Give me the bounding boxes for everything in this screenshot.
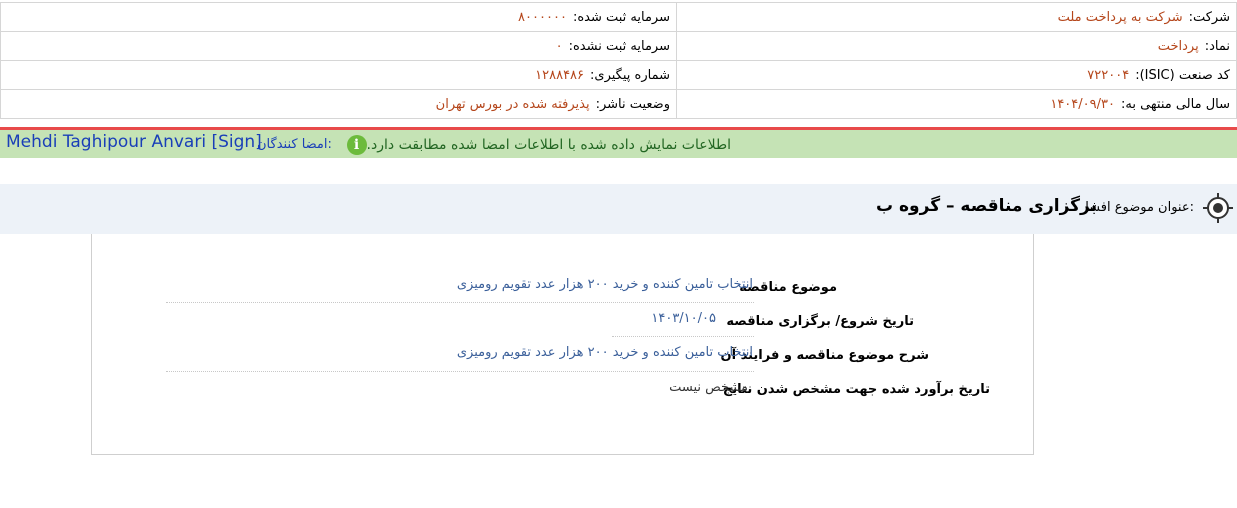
isic-label: کد صنعت (ISIC): — [1135, 67, 1230, 83]
detail-divider — [166, 302, 754, 303]
company-cell: شرکت: شرکت به پرداخت ملت — [676, 2, 1237, 32]
signers-label: امضا کنندگان: — [257, 137, 332, 152]
tracking-label: شماره پیگیری: — [590, 67, 670, 83]
tracking-cell: شماره پیگیری: ۱۲۸۸۴۸۶ — [0, 60, 677, 90]
detail-label: موضوع مناقصه — [739, 280, 837, 295]
company-label: شرکت: — [1188, 9, 1230, 25]
signer-link[interactable]: Mehdi Taghipour Anvari [Sign] — [6, 132, 262, 152]
isic-cell: کد صنعت (ISIC): ۷۲۲۰۰۴ — [676, 60, 1237, 90]
symbol-label: نماد: — [1204, 38, 1230, 54]
symbol-cell: نماد: پرداخت — [676, 31, 1237, 61]
registered-capital-cell: سرمایه ثبت شده: ۸۰۰۰۰۰۰ — [0, 2, 677, 32]
info-row: نماد: پرداخت سرمایه ثبت نشده: ۰ — [0, 31, 1237, 61]
fiscal-year-label: سال مالی منتهی به: — [1120, 96, 1230, 112]
publisher-status-label: وضعیت ناشر: — [595, 96, 670, 112]
detail-divider — [166, 371, 754, 372]
detail-divider — [612, 336, 754, 337]
unregistered-capital-cell: سرمایه ثبت نشده: ۰ — [0, 31, 677, 61]
company-value: شرکت به پرداخت ملت — [1057, 9, 1183, 25]
detail-value: ۱۴۰۳/۱۰/۰۵ — [651, 311, 716, 326]
detail-value: مشخص نیست — [669, 380, 748, 395]
detail-value: انتخاب تامین کننده و خرید ۲۰۰ هزار عدد ت… — [456, 277, 753, 292]
target-icon — [1203, 193, 1233, 223]
info-row: شرکت: شرکت به پرداخت ملت سرمایه ثبت شده: ۸… — [0, 2, 1237, 32]
verified-text: اطلاعات نمایش داده شده با اطلاعات امضا ش… — [366, 137, 731, 153]
detail-label: تاریخ برآورد شده جهت مشخص شدن نتایج — [722, 382, 990, 397]
verification-notice: i اطلاعات نمایش داده شده با اطلاعات امضا… — [344, 135, 731, 155]
info-row: کد صنعت (ISIC): ۷۲۲۰۰۴ شماره پیگیری: ۱۲۸۸۴… — [0, 60, 1237, 90]
unregistered-capital-label: سرمایه ثبت نشده: — [568, 38, 670, 54]
fiscal-year-cell: سال مالی منتهی به: ۱۴۰۴/۰۹/۳۰ — [676, 89, 1237, 119]
disclosure-title-label: عنوان موضوع افشا: — [1085, 200, 1194, 215]
registered-capital-label: سرمایه ثبت شده: — [572, 9, 670, 25]
isic-value: ۷۲۲۰۰۴ — [1087, 67, 1130, 83]
publisher-status-value: پذیرفته شده در بورس تهران — [435, 96, 590, 112]
info-icon: i — [346, 135, 367, 155]
publisher-status-cell: وضعیت ناشر: پذیرفته شده در بورس تهران — [0, 89, 677, 119]
detail-label: تاریخ شروع/ برگزاری مناقصه — [726, 314, 914, 329]
fiscal-year-value: ۱۴۰۴/۰۹/۳۰ — [1050, 96, 1115, 112]
company-info-table: شرکت: شرکت به پرداخت ملت سرمایه ثبت شده: ۸… — [0, 2, 1237, 119]
tracking-value: ۱۲۸۸۴۸۶ — [535, 67, 585, 83]
unregistered-capital-value: ۰ — [555, 38, 563, 54]
registered-capital-value: ۸۰۰۰۰۰۰ — [518, 9, 567, 25]
info-row: سال مالی منتهی به: ۱۴۰۴/۰۹/۳۰ وضعیت ناشر:… — [0, 89, 1237, 119]
detail-value: انتخاب تامین کننده و خرید ۲۰۰ هزار عدد ت… — [456, 345, 753, 360]
disclosure-title-value: برگزاری مناقصه – گروه ب — [876, 196, 1097, 216]
symbol-value: پرداخت — [1157, 38, 1199, 54]
